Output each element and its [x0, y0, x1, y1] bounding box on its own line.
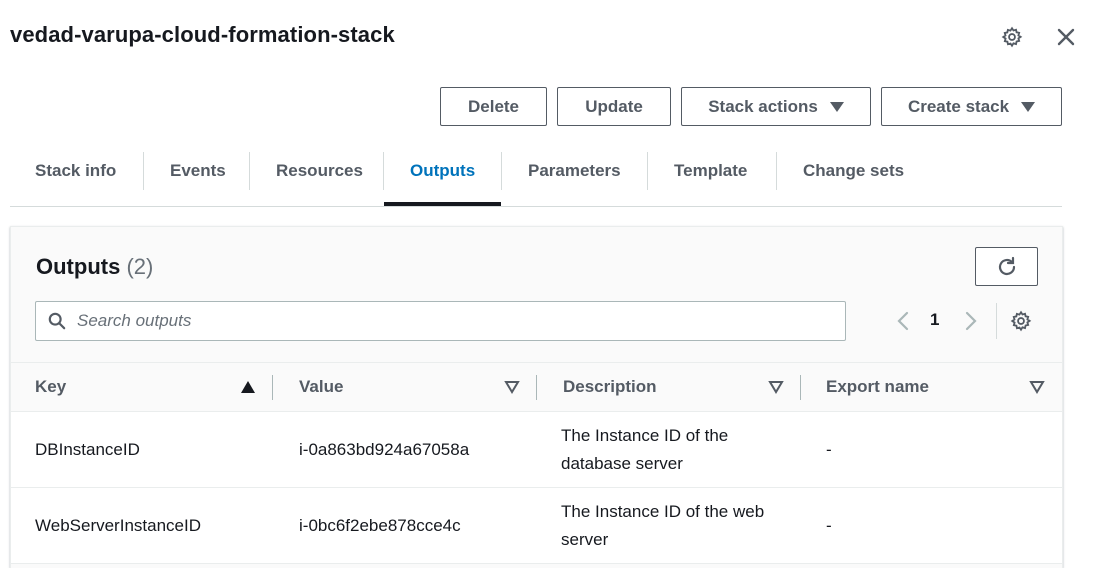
sort-ascending-icon[interactable]	[240, 380, 256, 394]
chevron-left-icon	[897, 311, 909, 331]
sort-icon[interactable]	[504, 380, 520, 394]
update-button[interactable]: Update	[557, 87, 671, 126]
cell-description: The Instance ID of the database server	[561, 426, 729, 473]
tab-stack-info[interactable]: Stack info	[35, 152, 116, 190]
active-tab-indicator	[384, 202, 501, 206]
table-row: WebServerInstanceID i-0bc6f2ebe878cce4c …	[11, 488, 1062, 564]
cell-description: The Instance ID of the web server	[561, 502, 765, 549]
stack-tabs: Stack info Events Resources Outputs Para…	[10, 134, 1062, 207]
tab-divider	[647, 152, 648, 190]
tab-divider	[383, 152, 384, 190]
tab-parameters[interactable]: Parameters	[528, 152, 621, 190]
next-page-button[interactable]	[961, 309, 981, 333]
tab-divider	[501, 152, 502, 190]
column-header-export-name[interactable]: Export name	[826, 363, 929, 411]
search-outputs-input[interactable]	[77, 311, 837, 331]
preferences-gear-icon[interactable]	[1008, 308, 1034, 334]
close-icon[interactable]	[1053, 24, 1079, 50]
tab-divider	[249, 152, 250, 190]
search-icon	[47, 311, 67, 331]
caret-down-icon	[829, 101, 844, 112]
delete-button[interactable]: Delete	[440, 87, 547, 126]
refresh-button[interactable]	[975, 247, 1038, 286]
cell-key: WebServerInstanceID	[35, 516, 201, 535]
stack-title: vedad-varupa-cloud-formation-stack	[10, 22, 395, 47]
stack-actions-label: Stack actions	[708, 96, 818, 116]
tab-template[interactable]: Template	[674, 152, 747, 190]
cell-key: DBInstanceID	[35, 440, 140, 459]
cell-value: i-0a863bd924a67058a	[299, 440, 470, 459]
column-resizer[interactable]	[536, 375, 537, 400]
gear-icon[interactable]	[999, 24, 1025, 50]
cell-export-name: -	[826, 440, 832, 459]
chevron-right-icon	[965, 311, 977, 331]
column-header-key[interactable]: Key	[35, 363, 66, 411]
pager-divider	[996, 303, 997, 339]
create-stack-button[interactable]: Create stack	[881, 87, 1062, 126]
outputs-panel: Outputs (2) 1 Key	[10, 226, 1063, 568]
tab-resources[interactable]: Resources	[276, 152, 363, 190]
outputs-heading: Outputs (2)	[36, 254, 153, 280]
page-number[interactable]: 1	[930, 310, 939, 330]
column-resizer[interactable]	[800, 375, 801, 400]
tab-events[interactable]: Events	[170, 152, 226, 190]
cell-value: i-0bc6f2ebe878cce4c	[299, 516, 461, 535]
sort-icon[interactable]	[1029, 380, 1045, 394]
stack-actions-button[interactable]: Stack actions	[681, 87, 871, 126]
column-resizer[interactable]	[272, 375, 273, 400]
column-header-value[interactable]: Value	[299, 363, 343, 411]
caret-down-icon	[1021, 101, 1036, 112]
tab-outputs[interactable]: Outputs	[410, 152, 475, 190]
outputs-title: Outputs	[36, 254, 121, 279]
tab-divider	[776, 152, 777, 190]
cell-export-name: -	[826, 516, 832, 535]
tab-divider	[143, 152, 144, 190]
sort-icon[interactable]	[768, 380, 784, 394]
table-row: DBInstanceID i-0a863bd924a67058a The Ins…	[11, 412, 1062, 488]
column-header-description[interactable]: Description	[563, 363, 657, 411]
outputs-count: (2)	[126, 254, 154, 279]
table-header: Key Value Description Export name	[11, 362, 1062, 412]
refresh-icon	[998, 256, 1015, 275]
search-box	[35, 301, 846, 341]
previous-page-button[interactable]	[893, 309, 913, 333]
create-stack-label: Create stack	[907, 96, 1010, 116]
tab-change-sets[interactable]: Change sets	[803, 152, 904, 190]
